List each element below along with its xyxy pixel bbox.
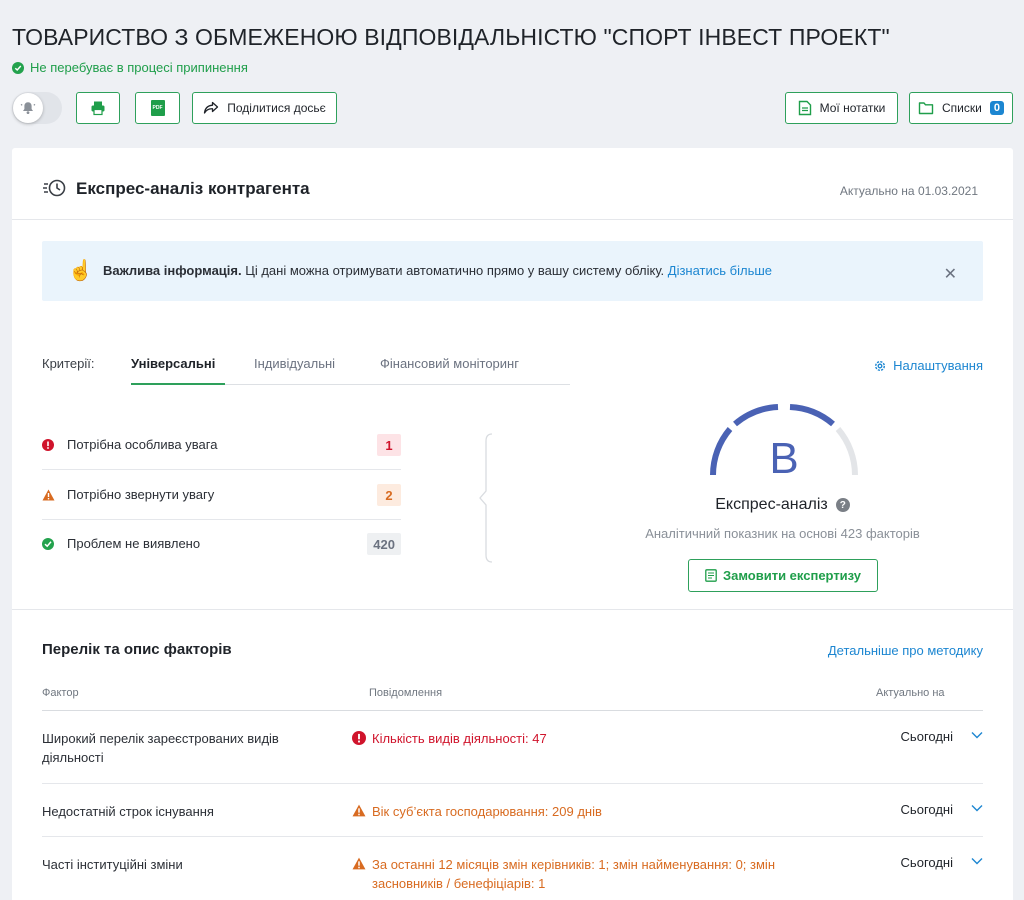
factor-name: Недостатній строк існування xyxy=(42,804,214,819)
pointing-hand-icon: ☝ xyxy=(68,260,93,282)
factor-name: Часті інституційні зміни xyxy=(42,857,183,872)
factor-date: Сьогодні xyxy=(900,729,953,744)
toolbar: PDF Поділитися досьє Мої нотатки Списки … xyxy=(12,92,1013,124)
factors-title: Перелік та опис факторів xyxy=(42,641,232,658)
gauge-segment xyxy=(789,404,835,427)
factor-date: Сьогодні xyxy=(900,855,953,870)
gauge-title-text: Експрес-аналіз xyxy=(715,496,828,513)
card-actual-date: Актуально на 01.03.2021 xyxy=(839,184,978,198)
card-header: Експрес-аналіз контрагента Актуально на … xyxy=(12,148,1013,220)
check-circle-icon xyxy=(42,538,54,550)
gauge-segment xyxy=(733,404,779,427)
express-analysis-card: Експрес-аналіз контрагента Актуально на … xyxy=(12,148,1013,900)
question-icon[interactable]: ? xyxy=(835,498,850,512)
pdf-icon-label: PDF xyxy=(152,105,163,111)
tab-individual[interactable]: Індивідуальні xyxy=(254,356,335,371)
company-status: Не перебуває в процесі припинення xyxy=(12,60,248,75)
share-arrow-icon xyxy=(204,101,219,114)
document-list-icon xyxy=(705,569,717,582)
my-notes-label: Мої нотатки xyxy=(819,101,886,115)
folder-icon xyxy=(918,102,934,115)
column-header-message: Повідомлення xyxy=(369,687,443,699)
close-icon[interactable]: ✕ xyxy=(944,264,957,284)
criteria-row-attention-needed[interactable]: Потрібна особлива увага 1 xyxy=(42,421,401,470)
pdf-button[interactable]: PDF xyxy=(135,92,180,124)
criteria-row-label: Потрібно звернути увагу xyxy=(67,487,215,502)
lists-label: Списки xyxy=(942,101,982,115)
express-analysis-gauge: B xyxy=(710,404,858,483)
gear-icon xyxy=(875,360,886,371)
factor-message: Кількість видів діяльності: 47 xyxy=(352,729,782,748)
printer-icon xyxy=(91,101,105,116)
factor-message-text: Кількість видів діяльності: 47 xyxy=(372,731,547,746)
banner-body: Ці дані можна отримувати автоматично пря… xyxy=(241,263,665,278)
order-expertise-button[interactable]: Замовити експертизу xyxy=(688,559,878,592)
criteria-row-count: 1 xyxy=(377,434,401,456)
factor-message: За останні 12 місяців змін керівників: 1… xyxy=(352,855,782,893)
banner-bold: Важлива інформація. xyxy=(103,263,242,278)
criteria-row-label: Потрібна особлива увага xyxy=(67,437,218,452)
factor-message-text: Вік суб’єкта господарювання: 209 днів xyxy=(372,804,602,819)
warning-triangle-icon xyxy=(352,857,366,870)
table-row[interactable]: Широкий перелік зареєстрованих видів дія… xyxy=(42,711,983,784)
section-divider xyxy=(12,609,1013,610)
lists-count-badge: 0 xyxy=(989,101,1004,115)
settings-link[interactable]: Налаштування xyxy=(873,358,983,373)
share-dossier-button[interactable]: Поділитися досьє xyxy=(192,92,337,124)
criteria-label: Критерії: xyxy=(42,356,95,371)
factor-message: Вік суб’єкта господарювання: 209 днів xyxy=(352,802,782,821)
factor-name: Широкий перелік зареєстрованих видів дія… xyxy=(42,731,279,765)
factor-date: Сьогодні xyxy=(900,802,953,817)
settings-label: Налаштування xyxy=(893,358,983,373)
gauge-grade: B xyxy=(769,434,798,483)
tab-universal[interactable]: Універсальні xyxy=(131,356,215,371)
chevron-down-icon[interactable] xyxy=(971,857,983,865)
criteria-brace xyxy=(479,433,493,563)
chevron-down-icon[interactable] xyxy=(971,731,983,739)
share-dossier-label: Поділитися досьє xyxy=(227,101,326,115)
important-info-banner: ☝ Важлива інформація. Ці дані можна отри… xyxy=(42,241,983,301)
alert-circle-icon xyxy=(352,731,366,745)
company-status-text: Не перебуває в процесі припинення xyxy=(30,60,248,75)
table-row[interactable]: Недостатній строк існування Вік суб’єкта… xyxy=(42,784,983,837)
criteria-row-no-problems[interactable]: Проблем не виявлено 420 xyxy=(42,520,401,569)
banner-text: Важлива інформація. Ці дані можна отриму… xyxy=(103,263,772,278)
warning-triangle-icon xyxy=(352,804,366,817)
pdf-icon: PDF xyxy=(150,100,165,116)
check-circle-icon xyxy=(12,61,24,74)
print-button[interactable] xyxy=(76,92,120,124)
column-header-date: Актуально на xyxy=(876,687,945,699)
card-title: Експрес-аналіз контрагента xyxy=(76,179,310,198)
history-clock-icon xyxy=(43,179,66,197)
alert-circle-icon xyxy=(42,439,54,451)
note-icon xyxy=(798,100,811,116)
gauge-title: Експрес-аналіз ? xyxy=(572,496,993,514)
methodology-link[interactable]: Детальніше про методику xyxy=(828,643,983,658)
warning-triangle-icon xyxy=(42,489,55,501)
notifications-toggle[interactable] xyxy=(12,92,62,124)
my-notes-button[interactable]: Мої нотатки xyxy=(785,92,898,124)
gauge-segment xyxy=(835,427,858,476)
column-header-factor: Фактор xyxy=(42,687,79,699)
gauge-segment xyxy=(710,427,733,476)
tab-financial-monitoring[interactable]: Фінансовий моніторинг xyxy=(380,356,519,371)
criteria-tabs: Універсальні Індивідуальні Фінансовий мо… xyxy=(131,343,570,385)
criteria-row-pay-attention[interactable]: Потрібно звернути увагу 2 xyxy=(42,471,401,520)
table-row[interactable]: Часті інституційні зміни За останні 12 м… xyxy=(42,837,983,900)
learn-more-link[interactable]: Дізнатись більше xyxy=(668,263,772,278)
chevron-down-icon[interactable] xyxy=(971,804,983,812)
bell-icon xyxy=(13,93,43,123)
active-tab-indicator xyxy=(131,383,225,385)
criteria-row-count: 420 xyxy=(367,533,401,555)
company-title: ТОВАРИСТВО З ОБМЕЖЕНОЮ ВІДПОВІДАЛЬНІСТЮ … xyxy=(12,24,890,50)
criteria-row-count: 2 xyxy=(377,484,401,506)
gauge-subtitle: Аналітичний показник на основі 423 факто… xyxy=(645,526,920,541)
criteria-row-label: Проблем не виявлено xyxy=(67,536,201,551)
lists-button[interactable]: Списки 0 xyxy=(909,92,1013,124)
order-expertise-label: Замовити експертизу xyxy=(722,568,862,583)
factor-message-text: За останні 12 місяців змін керівників: 1… xyxy=(372,857,775,891)
